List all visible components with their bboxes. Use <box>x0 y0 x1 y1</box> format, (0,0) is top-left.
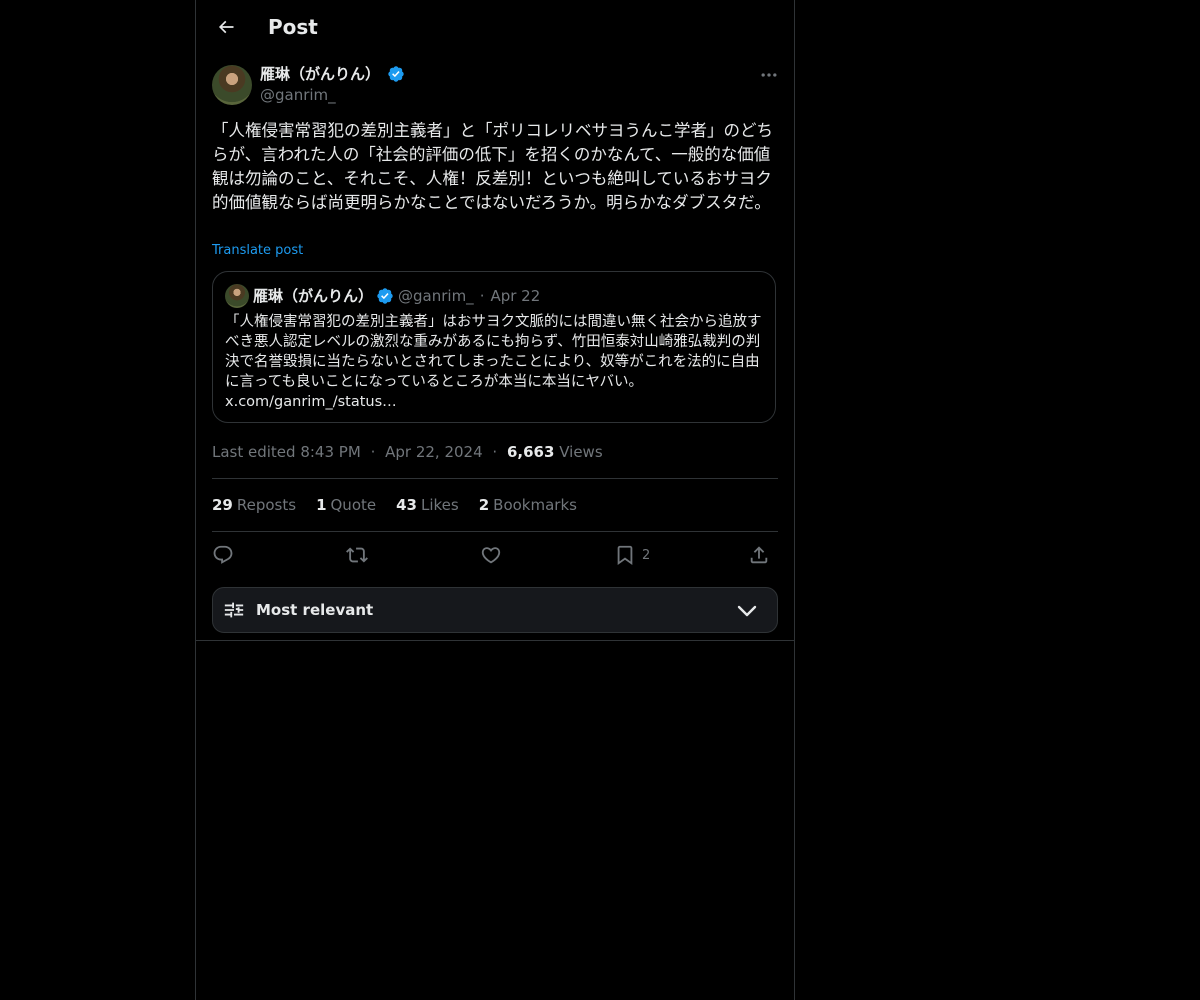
post-metadata: Last edited 8:43 PM · Apr 22, 2024 · 6,6… <box>212 442 603 462</box>
translate-post-link[interactable]: Translate post <box>212 241 303 261</box>
arrow-left-icon <box>218 20 234 34</box>
author-handle[interactable]: @ganrim_ <box>260 85 336 105</box>
bookmark-count: 2 <box>642 547 651 563</box>
quotes-stat[interactable]: 1 Quote <box>316 495 376 515</box>
page-title: Post <box>268 15 318 39</box>
main-column: Post 雁琳（がんりん） @ganrim_ 「人権侵害常習犯の差別主義者」と「… <box>195 0 795 1000</box>
divider <box>196 640 794 641</box>
quotes-label: Quote <box>330 496 377 514</box>
quoted-avatar <box>225 284 249 308</box>
more-horizontal-icon <box>761 73 777 77</box>
author-name[interactable]: 雁琳（がんりん） <box>260 64 405 84</box>
back-button[interactable] <box>208 9 244 45</box>
reposts-label: Reposts <box>236 496 297 514</box>
repost-icon <box>346 547 368 563</box>
more-options-button[interactable] <box>754 65 784 85</box>
chevron-down-icon <box>737 605 757 617</box>
bookmarks-label: Bookmarks <box>493 496 577 514</box>
meta-separator: · <box>492 443 498 461</box>
like-button[interactable] <box>480 540 502 570</box>
share-icon <box>750 546 768 564</box>
likes-stat[interactable]: 43 Likes <box>396 495 459 515</box>
quoted-author-name: 雁琳（がんりん） <box>253 287 374 305</box>
quoted-post[interactable]: 雁琳（がんりん） @ganrim_ · Apr 22 「人権侵害常習犯の差別主義… <box>212 271 776 423</box>
divider <box>212 478 778 479</box>
author-name-text: 雁琳（がんりん） <box>260 65 381 83</box>
sort-label: Most relevant <box>256 601 374 619</box>
engagement-stats: 29 Reposts 1 Quote 43 Likes 2 Bookmarks <box>212 495 577 515</box>
bookmark-button[interactable]: 2 <box>614 540 650 570</box>
quoted-separator: · <box>479 287 485 305</box>
views-label: Views <box>559 443 603 461</box>
quotes-count: 1 <box>316 496 327 514</box>
quoted-author-handle: @ganrim_ <box>398 287 474 305</box>
divider <box>212 531 778 532</box>
share-button[interactable] <box>748 540 770 570</box>
likes-count: 43 <box>396 496 417 514</box>
quoted-date: Apr 22 <box>490 287 541 305</box>
post-date[interactable]: Apr 22, 2024 <box>385 443 483 461</box>
reply-sort-dropdown[interactable]: Most relevant <box>212 587 778 633</box>
quoted-post-header: 雁琳（がんりん） @ganrim_ · Apr 22 <box>253 286 540 306</box>
meta-separator: · <box>370 443 376 461</box>
avatar[interactable] <box>212 65 252 105</box>
heart-icon <box>481 547 501 564</box>
action-bar: 2 <box>212 540 778 570</box>
bookmarks-stat[interactable]: 2 Bookmarks <box>479 495 577 515</box>
reposts-count: 29 <box>212 496 233 514</box>
edited-timestamp[interactable]: Last edited 8:43 PM <box>212 443 361 461</box>
bookmark-icon <box>617 545 633 566</box>
page-header: Post <box>196 0 794 53</box>
likes-label: Likes <box>420 496 459 514</box>
quoted-post-text: 「人権侵害常習犯の差別主義者」はおサヨク文脈的には間違い無く社会から追放すべき悪… <box>225 314 762 410</box>
views-count: 6,663 <box>506 443 555 461</box>
verified-badge-icon <box>377 288 393 304</box>
reply-icon <box>213 545 233 564</box>
reply-button[interactable] <box>212 540 234 570</box>
verified-badge-icon <box>388 66 404 82</box>
reposts-stat[interactable]: 29 Reposts <box>212 495 296 515</box>
sliders-icon <box>224 602 244 618</box>
repost-button[interactable] <box>346 540 368 570</box>
bookmarks-count: 2 <box>478 496 490 514</box>
post-text: 「人権侵害常習犯の差別主義者」と「ポリコレリベサヨうんこ学者」のどちらが、言われ… <box>212 121 773 212</box>
